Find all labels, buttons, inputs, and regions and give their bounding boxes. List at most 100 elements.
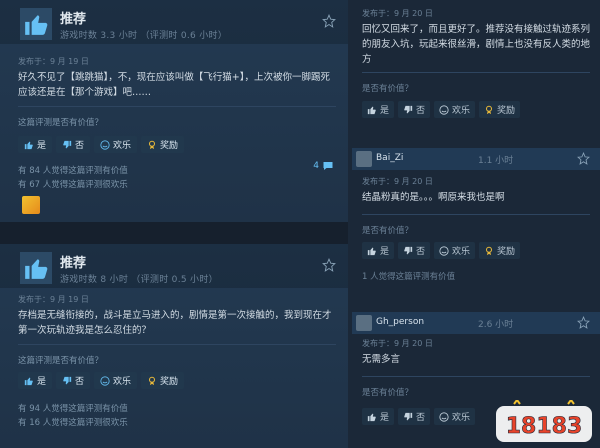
vote-no-button[interactable]: 否 [56, 136, 91, 153]
divider [18, 344, 336, 345]
divider [18, 106, 336, 107]
helpful-question: 是否有价值？ [362, 84, 414, 94]
vote-no-button[interactable]: 否 [398, 408, 431, 425]
posted-date: 发布于：9 月 19 日 [18, 295, 89, 304]
comment-text: 回忆又回来了，而且更好了。推荐没有接触过轨迹系列的朋友入坑，玩起来很丝滑，剧情上… [362, 24, 591, 65]
funny-count: 有 67 人觉得这篇评测很欢乐 [18, 180, 128, 190]
award-label: 奖励 [497, 106, 516, 116]
comment: 发布于：9 月 20 日 回忆又回来了，而且更好了。推荐没有接触过轨迹系列的朋友… [352, 0, 600, 140]
thumbs-down-icon [404, 105, 413, 113]
funny-count: 有 16 人觉得这篇评测很欢乐 [18, 418, 128, 428]
thumbs-up-icon [20, 252, 52, 284]
site-watermark-logo: 18183 [496, 400, 592, 442]
smiley-icon [100, 375, 110, 386]
avatar[interactable] [22, 196, 40, 214]
comment-text: 无需多言 [362, 354, 401, 365]
award-icon [486, 105, 493, 114]
vote-no-button[interactable]: 否 [398, 101, 431, 118]
speech-bubble-icon [323, 162, 333, 170]
thumbs-up-icon [367, 106, 376, 114]
review-card: 推荐 游戏时数 8 小时 （评测时 0.5 小时） 发布于：9 月 19 日 存… [0, 244, 348, 448]
helpful-count: 有 94 人觉得这篇评测有价值 [18, 404, 128, 414]
vote-yes-button[interactable]: 是 [362, 101, 395, 118]
username[interactable]: Gh_person [376, 317, 424, 327]
vote-funny-button[interactable]: 欢乐 [434, 408, 476, 425]
review-card: 推荐 游戏时数 3.3 小时 （评测时 0.6 小时） 发布于：9 月 19 日… [0, 0, 348, 222]
divider [362, 72, 590, 73]
divider [362, 376, 590, 377]
playtime: 2.6 小时 [478, 320, 514, 330]
vote-funny-button[interactable]: 欢乐 [434, 101, 476, 118]
helpful-question: 这篇评测是否有价值？ [18, 356, 104, 366]
thumbs-up-icon [20, 8, 52, 40]
thumbs-up-icon [367, 413, 376, 421]
vote-no-button[interactable]: 否 [398, 242, 431, 259]
vote-yes-button[interactable]: 是 [18, 136, 53, 153]
avatar[interactable] [356, 315, 372, 331]
award-star-icon[interactable] [577, 316, 590, 329]
vote-buttons: 是 否 欢乐 奖励 [18, 372, 185, 389]
vote-yes-label: 是 [380, 106, 390, 116]
award-icon [149, 140, 156, 149]
award-icon [149, 376, 156, 385]
review-header: 推荐 游戏时数 3.3 小时 （评测时 0.6 小时） [0, 0, 348, 44]
vote-yes-label: 是 [37, 377, 47, 387]
vote-funny-button[interactable]: 欢乐 [94, 372, 138, 389]
vote-funny-label: 欢乐 [452, 413, 471, 423]
award-icon [486, 246, 493, 255]
award-star-icon[interactable] [577, 152, 590, 165]
award-button[interactable]: 奖励 [141, 136, 185, 153]
playtime: 游戏时数 3.3 小时 （评测时 0.6 小时） [60, 31, 228, 41]
divider [362, 214, 590, 215]
vote-funny-button[interactable]: 欢乐 [434, 242, 476, 259]
comment-count-link[interactable]: 4 [313, 160, 334, 172]
comment: Bai_Zi 1.1 小时 发布于：9 月 20 日 结晶粉真的是。。。啊原来我… [352, 148, 600, 288]
review-text: 存档是无缝衔接的，战斗是立马进入的，剧情是第一次接触的，我到现在才第一次玩轨迹我… [18, 310, 332, 336]
vote-funny-label: 欢乐 [113, 141, 132, 151]
comment-text: 结晶粉真的是。。。啊原来我也是啊 [362, 192, 505, 203]
vote-funny-label: 欢乐 [452, 247, 471, 257]
thumbs-down-icon [404, 246, 413, 254]
playtime: 1.1 小时 [478, 156, 514, 166]
vote-yes-button[interactable]: 是 [18, 372, 53, 389]
vote-yes-label: 是 [37, 141, 47, 151]
smiley-icon [439, 245, 449, 256]
posted-date: 发布于：9 月 20 日 [362, 9, 433, 18]
vote-buttons: 是 否 欢乐 奖励 [362, 242, 521, 259]
award-button[interactable]: 奖励 [479, 101, 521, 118]
vote-no-label: 否 [416, 413, 426, 423]
award-star-icon[interactable] [322, 14, 336, 28]
award-button[interactable]: 奖励 [479, 242, 521, 259]
award-label: 奖励 [160, 141, 179, 151]
award-button[interactable]: 奖励 [141, 372, 185, 389]
vote-funny-button[interactable]: 欢乐 [94, 136, 138, 153]
vote-no-label: 否 [75, 141, 85, 151]
helpful-count: 1 人觉得这篇评测有价值 [362, 272, 456, 282]
review-header: 推荐 游戏时数 8 小时 （评测时 0.5 小时） [0, 244, 348, 288]
thumbs-up-icon [24, 141, 33, 149]
thumbs-down-icon [404, 412, 413, 420]
smiley-icon [439, 104, 449, 115]
vote-no-button[interactable]: 否 [56, 372, 91, 389]
thumbs-down-icon [63, 140, 72, 148]
vote-yes-button[interactable]: 是 [362, 242, 395, 259]
review-text: 好久不见了【跳跳猫】，不，现在应该叫做【飞行猫+】，上次被你一脚踢死应该还是在【… [18, 72, 330, 98]
thumbs-down-icon [63, 376, 72, 384]
comment-count: 4 [313, 161, 319, 171]
posted-date: 发布于：9 月 19 日 [18, 57, 89, 66]
recommendation-label: 推荐 [60, 256, 87, 271]
avatar[interactable] [356, 151, 372, 167]
smiley-icon [100, 139, 110, 150]
comment-header: Bai_Zi 1.1 小时 [352, 148, 600, 170]
award-star-icon[interactable] [322, 258, 336, 272]
helpful-count: 有 84 人觉得这篇评测有价值 [18, 166, 128, 176]
username[interactable]: Bai_Zi [376, 153, 403, 163]
reviews-column: 推荐 游戏时数 3.3 小时 （评测时 0.6 小时） 发布于：9 月 19 日… [0, 0, 348, 448]
posted-date: 发布于：9 月 20 日 [362, 177, 433, 186]
vote-yes-button[interactable]: 是 [362, 408, 395, 425]
helpful-question: 是否有价值？ [362, 226, 414, 236]
thumbs-up-icon [24, 377, 33, 385]
award-label: 奖励 [497, 247, 516, 257]
vote-no-label: 否 [416, 106, 426, 116]
vote-buttons: 是 否 欢乐 奖励 [362, 101, 521, 118]
